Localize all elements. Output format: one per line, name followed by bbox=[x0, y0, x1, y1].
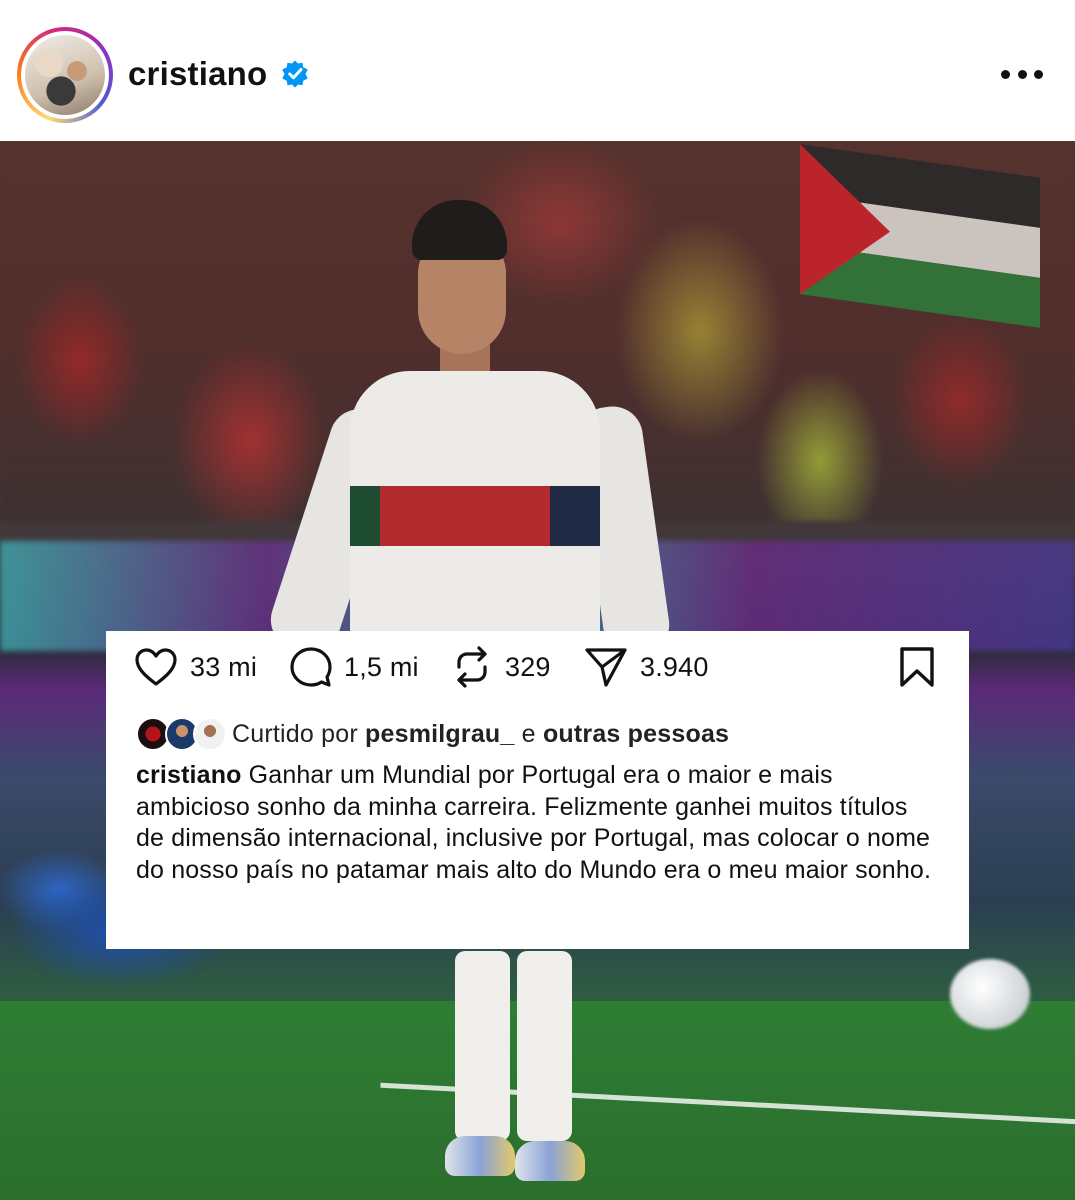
bookmark-icon bbox=[900, 647, 934, 687]
like-button[interactable]: 33 mi bbox=[134, 647, 257, 687]
photo-ball bbox=[950, 959, 1030, 1029]
liked-by-text: Curtido por pesmilgrau_ e outras pessoas bbox=[232, 720, 729, 749]
heart-icon bbox=[135, 648, 177, 686]
caption-username[interactable]: cristiano bbox=[136, 761, 242, 789]
comment-button[interactable]: 1,5 mi bbox=[290, 647, 419, 687]
liked-by-others[interactable]: outras pessoas bbox=[543, 720, 729, 748]
liked-by-avatars bbox=[136, 716, 227, 752]
action-bar: 33 mi 1,5 mi 329 3.940 bbox=[106, 631, 969, 706]
more-dot bbox=[1001, 70, 1010, 79]
post-info-card: 33 mi 1,5 mi 329 3.940 Curtido por pesmi… bbox=[106, 631, 969, 949]
repost-button[interactable]: 329 bbox=[451, 646, 551, 688]
comment-count: 1,5 mi bbox=[344, 651, 419, 682]
share-button[interactable]: 3.940 bbox=[584, 647, 709, 687]
more-options-icon[interactable] bbox=[1001, 70, 1043, 80]
avatar bbox=[193, 717, 227, 751]
profile-avatar[interactable] bbox=[17, 27, 113, 123]
liked-by-user[interactable]: pesmilgrau_ bbox=[365, 720, 514, 748]
post-header: cristiano bbox=[0, 0, 1075, 141]
post-caption: cristiano Ganhar um Mundial por Portugal… bbox=[136, 760, 936, 886]
liked-by-prefix: Curtido por bbox=[232, 719, 358, 748]
verified-badge-icon bbox=[282, 60, 308, 88]
liked-by-row[interactable]: Curtido por pesmilgrau_ e outras pessoas bbox=[136, 716, 729, 752]
more-dot bbox=[1034, 70, 1043, 79]
post-username[interactable]: cristiano bbox=[128, 55, 267, 93]
repost-icon bbox=[457, 646, 487, 688]
share-count: 3.940 bbox=[640, 651, 709, 682]
comment-icon bbox=[290, 647, 332, 687]
repost-count: 329 bbox=[505, 651, 551, 682]
like-count: 33 mi bbox=[190, 651, 258, 682]
liked-by-connector: e bbox=[521, 719, 536, 748]
caption-text: Ganhar um Mundial por Portugal era o mai… bbox=[136, 761, 932, 884]
send-icon bbox=[585, 648, 627, 687]
avatar-image bbox=[25, 35, 105, 115]
avatar-ring-inner bbox=[21, 31, 109, 119]
more-dot bbox=[1017, 70, 1027, 79]
save-button[interactable] bbox=[898, 647, 936, 687]
